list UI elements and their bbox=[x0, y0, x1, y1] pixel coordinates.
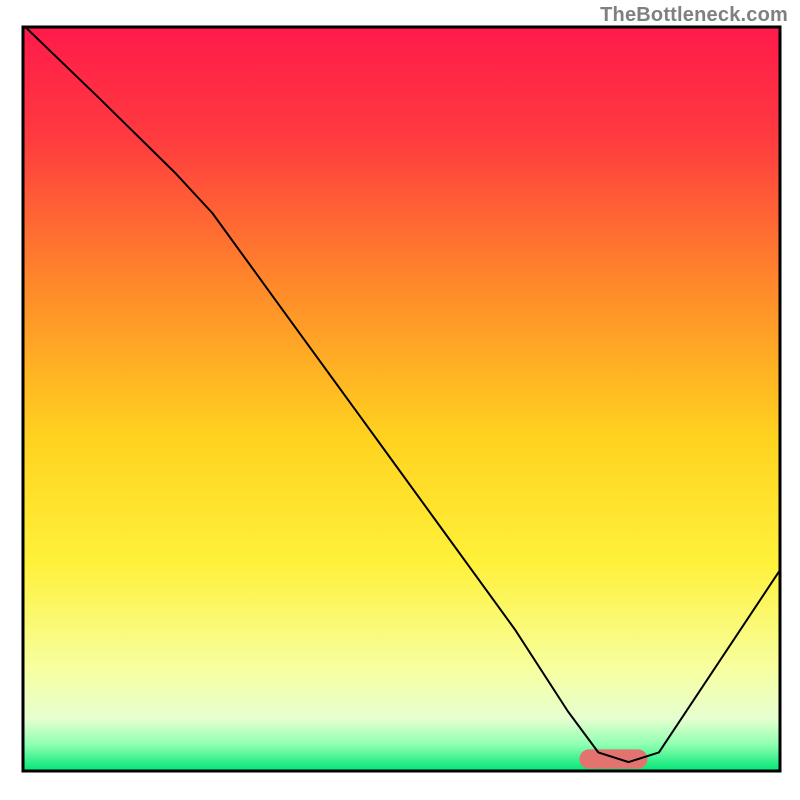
plot-background bbox=[23, 27, 780, 771]
watermark-text: TheBottleneck.com bbox=[600, 4, 788, 27]
chart-container: TheBottleneck.com bbox=[0, 0, 800, 800]
bottleneck-chart bbox=[0, 0, 800, 800]
